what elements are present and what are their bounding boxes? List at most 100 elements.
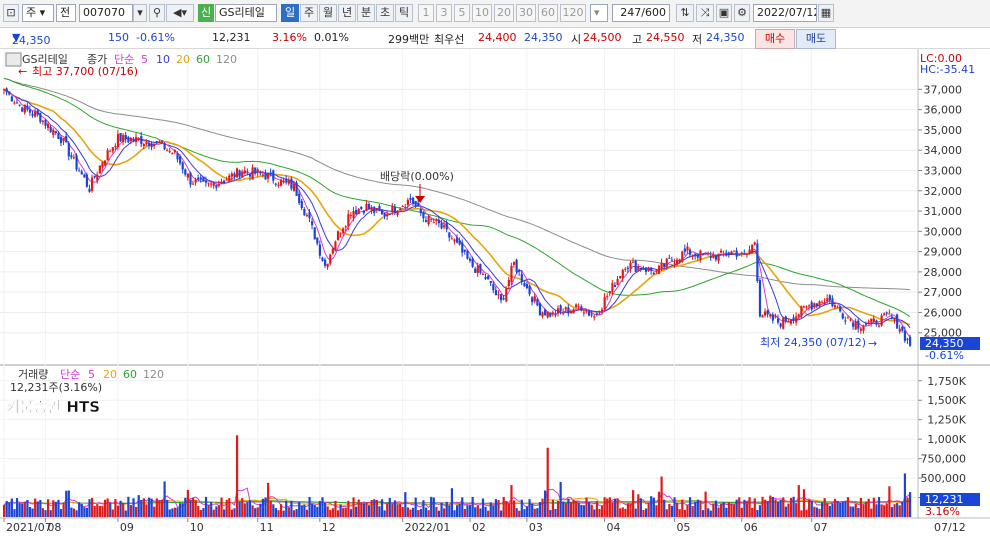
candle-body [857, 320, 860, 329]
volume-ma20: 20 [103, 368, 117, 381]
interval-day[interactable]: 일 [281, 4, 299, 22]
candle-body [580, 306, 583, 311]
save-icon[interactable]: ▣ [716, 4, 732, 22]
volume-bar [184, 497, 187, 517]
candle-body [373, 206, 376, 214]
candle-body [766, 310, 769, 315]
candle-body [510, 265, 513, 283]
interval-year[interactable]: 년 [338, 4, 356, 22]
volume-bar [10, 498, 13, 517]
best-label: 최우선 [434, 33, 465, 46]
speaker-icon[interactable]: ◀▾ [166, 4, 194, 22]
volume-bar [189, 499, 192, 517]
volume-bar [808, 500, 811, 517]
volume-bar [220, 497, 223, 517]
volume-bar [404, 492, 407, 517]
volume-bar [595, 501, 598, 517]
candle-body [890, 316, 894, 319]
buy-button[interactable]: 매수 [755, 29, 795, 49]
candle-body [670, 259, 674, 261]
candle-body [10, 96, 13, 102]
candle-body [184, 169, 187, 175]
volume-bar [761, 496, 764, 517]
volume-bar [256, 507, 259, 517]
num-3[interactable]: 3 [436, 4, 452, 22]
volume-bar [378, 506, 381, 517]
volume-tick-label: 500,000 [921, 472, 967, 485]
candle-body [709, 255, 712, 258]
interval-minute[interactable]: 분 [357, 4, 375, 22]
calendar-icon[interactable]: ▦ [818, 4, 834, 22]
candle-body [448, 232, 451, 238]
stock-code-input[interactable]: 007070 [79, 4, 133, 22]
volume-bar [500, 510, 503, 517]
num-dropdown-icon[interactable]: ▾ [590, 4, 608, 22]
num-120[interactable]: 120 [560, 4, 586, 22]
interval-tick[interactable]: 틱 [395, 4, 413, 22]
candle-body [70, 155, 73, 158]
new-badge: 신 [198, 4, 214, 22]
price-tick-label: 33,000 [924, 164, 963, 177]
candle-body [279, 179, 283, 186]
volume-bar [292, 510, 296, 517]
candle-body [109, 151, 112, 153]
sell-button[interactable]: 매도 [796, 29, 836, 49]
date-field[interactable]: 2022/07/12 [753, 4, 817, 22]
price-tick-label: 31,000 [924, 205, 963, 218]
candle-body [106, 150, 109, 161]
num-5[interactable]: 5 [454, 4, 470, 22]
candle-body [453, 239, 456, 242]
candle-body [544, 309, 547, 316]
candle-body [815, 303, 819, 307]
candle-body [430, 219, 433, 221]
candle-body [85, 174, 89, 187]
candle-body [852, 322, 855, 327]
candle-body [588, 311, 591, 316]
volume-bar [828, 506, 831, 517]
volume-bar [261, 498, 265, 517]
num-60[interactable]: 60 [538, 4, 558, 22]
candle-body [619, 275, 622, 278]
volume-bar [673, 497, 676, 517]
gear-icon[interactable]: ⚙ [734, 4, 750, 22]
prev-button[interactable]: 전 [56, 4, 76, 22]
candle-body [243, 170, 246, 174]
chart-type-icon[interactable]: ⇅ [676, 4, 694, 22]
candle-body [494, 290, 498, 296]
count-field[interactable]: 247/600 [612, 4, 670, 22]
interval-second[interactable]: 초 [376, 4, 394, 22]
volume-bar [355, 506, 358, 517]
num-20[interactable]: 20 [494, 4, 514, 22]
candle-body [606, 296, 609, 298]
trend-icon[interactable]: ⤨ [696, 4, 714, 22]
candle-body [388, 214, 391, 216]
num-30[interactable]: 30 [516, 4, 536, 22]
volume-bar [616, 498, 619, 517]
code-dropdown-icon[interactable]: ▾ [133, 4, 147, 22]
candle-body [497, 294, 500, 296]
interval-week[interactable]: 주 [300, 4, 318, 22]
candle-body [367, 203, 371, 210]
volume-bar [789, 497, 793, 517]
volume-bar [725, 507, 728, 517]
interval-month[interactable]: 월 [319, 4, 337, 22]
volume-bar [769, 495, 772, 517]
candle-body [484, 276, 487, 279]
trade-amount: 299백만 [388, 33, 430, 46]
candle-body [186, 173, 189, 178]
period-select[interactable]: 주 ▾ [22, 4, 54, 22]
candle-body [756, 243, 759, 282]
volume-bar [492, 505, 495, 517]
candle-body [637, 266, 640, 271]
window-icon[interactable]: ⊡ [3, 4, 19, 22]
volume-bar [70, 507, 73, 517]
volume-bar [642, 509, 645, 517]
volume-bar [735, 499, 738, 517]
volume-bar [647, 503, 650, 517]
search-icon[interactable]: ⚲ [149, 4, 165, 22]
num-1[interactable]: 1 [418, 4, 434, 22]
volume-bar [634, 508, 637, 517]
num-10[interactable]: 10 [472, 4, 492, 22]
volume-bar [150, 498, 153, 517]
volume-bar [453, 510, 456, 517]
